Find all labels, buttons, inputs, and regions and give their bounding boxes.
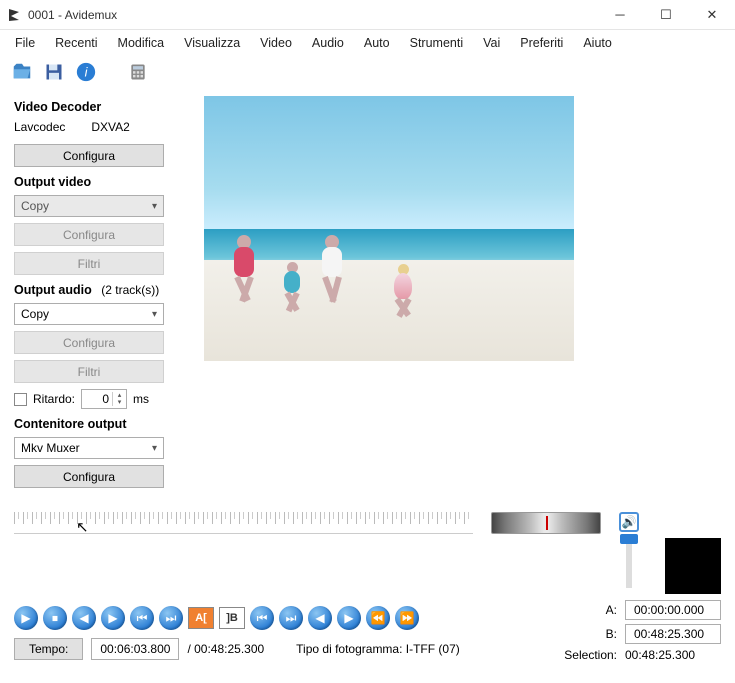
marker-a-label: A: (564, 603, 617, 617)
video-codec-value: Copy (21, 199, 49, 213)
prev-frame-button[interactable]: ◀ (72, 606, 96, 630)
menu-recenti[interactable]: Recenti (46, 34, 106, 52)
app-icon (6, 7, 22, 23)
jog-wheel[interactable] (491, 512, 601, 534)
chevron-down-icon: ▾ (152, 309, 157, 320)
next-keyframe-button[interactable]: ⏭ (159, 606, 183, 630)
video-codec-combo[interactable]: Copy ▾ (14, 195, 164, 217)
set-marker-a-button[interactable]: A[ (188, 607, 214, 629)
delay-label: Ritardo: (33, 392, 75, 406)
frame-type-label: Tipo di fotogramma: I-TFF (07) (296, 642, 460, 656)
decoder-configure-button[interactable]: Configura (14, 144, 164, 167)
container-configure-button[interactable]: Configura (14, 465, 164, 488)
selection-label: Selection: (564, 648, 617, 662)
calculator-icon[interactable] (126, 60, 150, 84)
prev-black-button[interactable]: ◀ (308, 606, 332, 630)
titlebar: 0001 - Avidemux ─ ☐ ✕ (0, 0, 735, 30)
audio-filters-button[interactable]: Filtri (14, 360, 164, 383)
output-video-heading: Output video (14, 175, 194, 189)
menu-preferiti[interactable]: Preferiti (511, 34, 572, 52)
video-configure-button[interactable]: Configura (14, 223, 164, 246)
chevron-down-icon: ▾ (152, 201, 157, 212)
video-decoder-heading: Video Decoder (14, 100, 194, 114)
prev-keyframe-button[interactable]: ⏮ (130, 606, 154, 630)
menubar: File Recenti Modifica Visualizza Video A… (0, 30, 735, 58)
video-preview (204, 96, 574, 361)
container-heading: Contenitore output (14, 417, 194, 431)
audio-codec-value: Copy (21, 307, 49, 321)
delay-input[interactable] (82, 392, 112, 406)
muxer-value: Mkv Muxer (21, 441, 80, 455)
audio-preview (665, 538, 721, 594)
goto-marker-a-button[interactable]: ⏮ (250, 606, 274, 630)
menu-aiuto[interactable]: Aiuto (574, 34, 621, 52)
menu-file[interactable]: File (6, 34, 44, 52)
menu-modifica[interactable]: Modifica (109, 34, 174, 52)
muxer-combo[interactable]: Mkv Muxer ▾ (14, 437, 164, 459)
audio-codec-combo[interactable]: Copy ▾ (14, 303, 164, 325)
play-button[interactable]: ▶ (14, 606, 38, 630)
close-button[interactable]: ✕ (689, 0, 735, 30)
marker-a-value: 00:00:00.000 (625, 600, 721, 620)
total-time-label: / 00:48:25.300 (187, 642, 264, 656)
info-icon[interactable]: i (74, 60, 98, 84)
volume-slider[interactable] (626, 536, 632, 588)
marker-b-value: 00:48:25.300 (625, 624, 721, 644)
next-black-button[interactable]: ▶ (337, 606, 361, 630)
goto-marker-b-button[interactable]: ⏭ (279, 606, 303, 630)
forward-button[interactable]: ⏩ (395, 606, 419, 630)
output-audio-heading: Output audio (2 track(s)) (14, 283, 194, 297)
speaker-icon[interactable]: 🔊 (619, 512, 639, 532)
cursor-icon: ↖ (76, 518, 89, 536)
menu-video[interactable]: Video (251, 34, 301, 52)
set-marker-b-button[interactable]: ]B (219, 607, 245, 629)
audio-configure-button[interactable]: Configura (14, 331, 164, 354)
next-frame-button[interactable]: ▶ (101, 606, 125, 630)
menu-auto[interactable]: Auto (355, 34, 399, 52)
minimize-button[interactable]: ─ (597, 0, 643, 30)
window-title: 0001 - Avidemux (28, 8, 597, 22)
audio-tracks-label: (2 track(s)) (101, 283, 159, 297)
timeline-slider[interactable]: ↖ (14, 512, 473, 534)
menu-strumenti[interactable]: Strumenti (401, 34, 473, 52)
menu-audio[interactable]: Audio (303, 34, 353, 52)
delay-checkbox[interactable] (14, 393, 27, 406)
toolbar: i (0, 58, 735, 92)
menu-visualizza[interactable]: Visualizza (175, 34, 249, 52)
save-icon[interactable] (42, 60, 66, 84)
decoder-lib-label: Lavcodec (14, 120, 65, 134)
delay-unit: ms (133, 392, 149, 406)
stop-button[interactable]: ⏹ (43, 606, 67, 630)
current-time-field[interactable]: 00:06:03.800 (91, 638, 179, 660)
delay-spinner[interactable]: ▴▾ (81, 389, 127, 409)
menu-vai[interactable]: Vai (474, 34, 509, 52)
video-filters-button[interactable]: Filtri (14, 252, 164, 275)
marker-b-label: B: (564, 627, 617, 641)
maximize-button[interactable]: ☐ (643, 0, 689, 30)
rewind-button[interactable]: ⏪ (366, 606, 390, 630)
selection-value: 00:48:25.300 (625, 648, 721, 662)
time-label-button[interactable]: Tempo: (14, 638, 83, 660)
chevron-down-icon: ▾ (152, 443, 157, 454)
open-icon[interactable] (10, 60, 34, 84)
decoder-accel-label: DXVA2 (91, 120, 129, 134)
